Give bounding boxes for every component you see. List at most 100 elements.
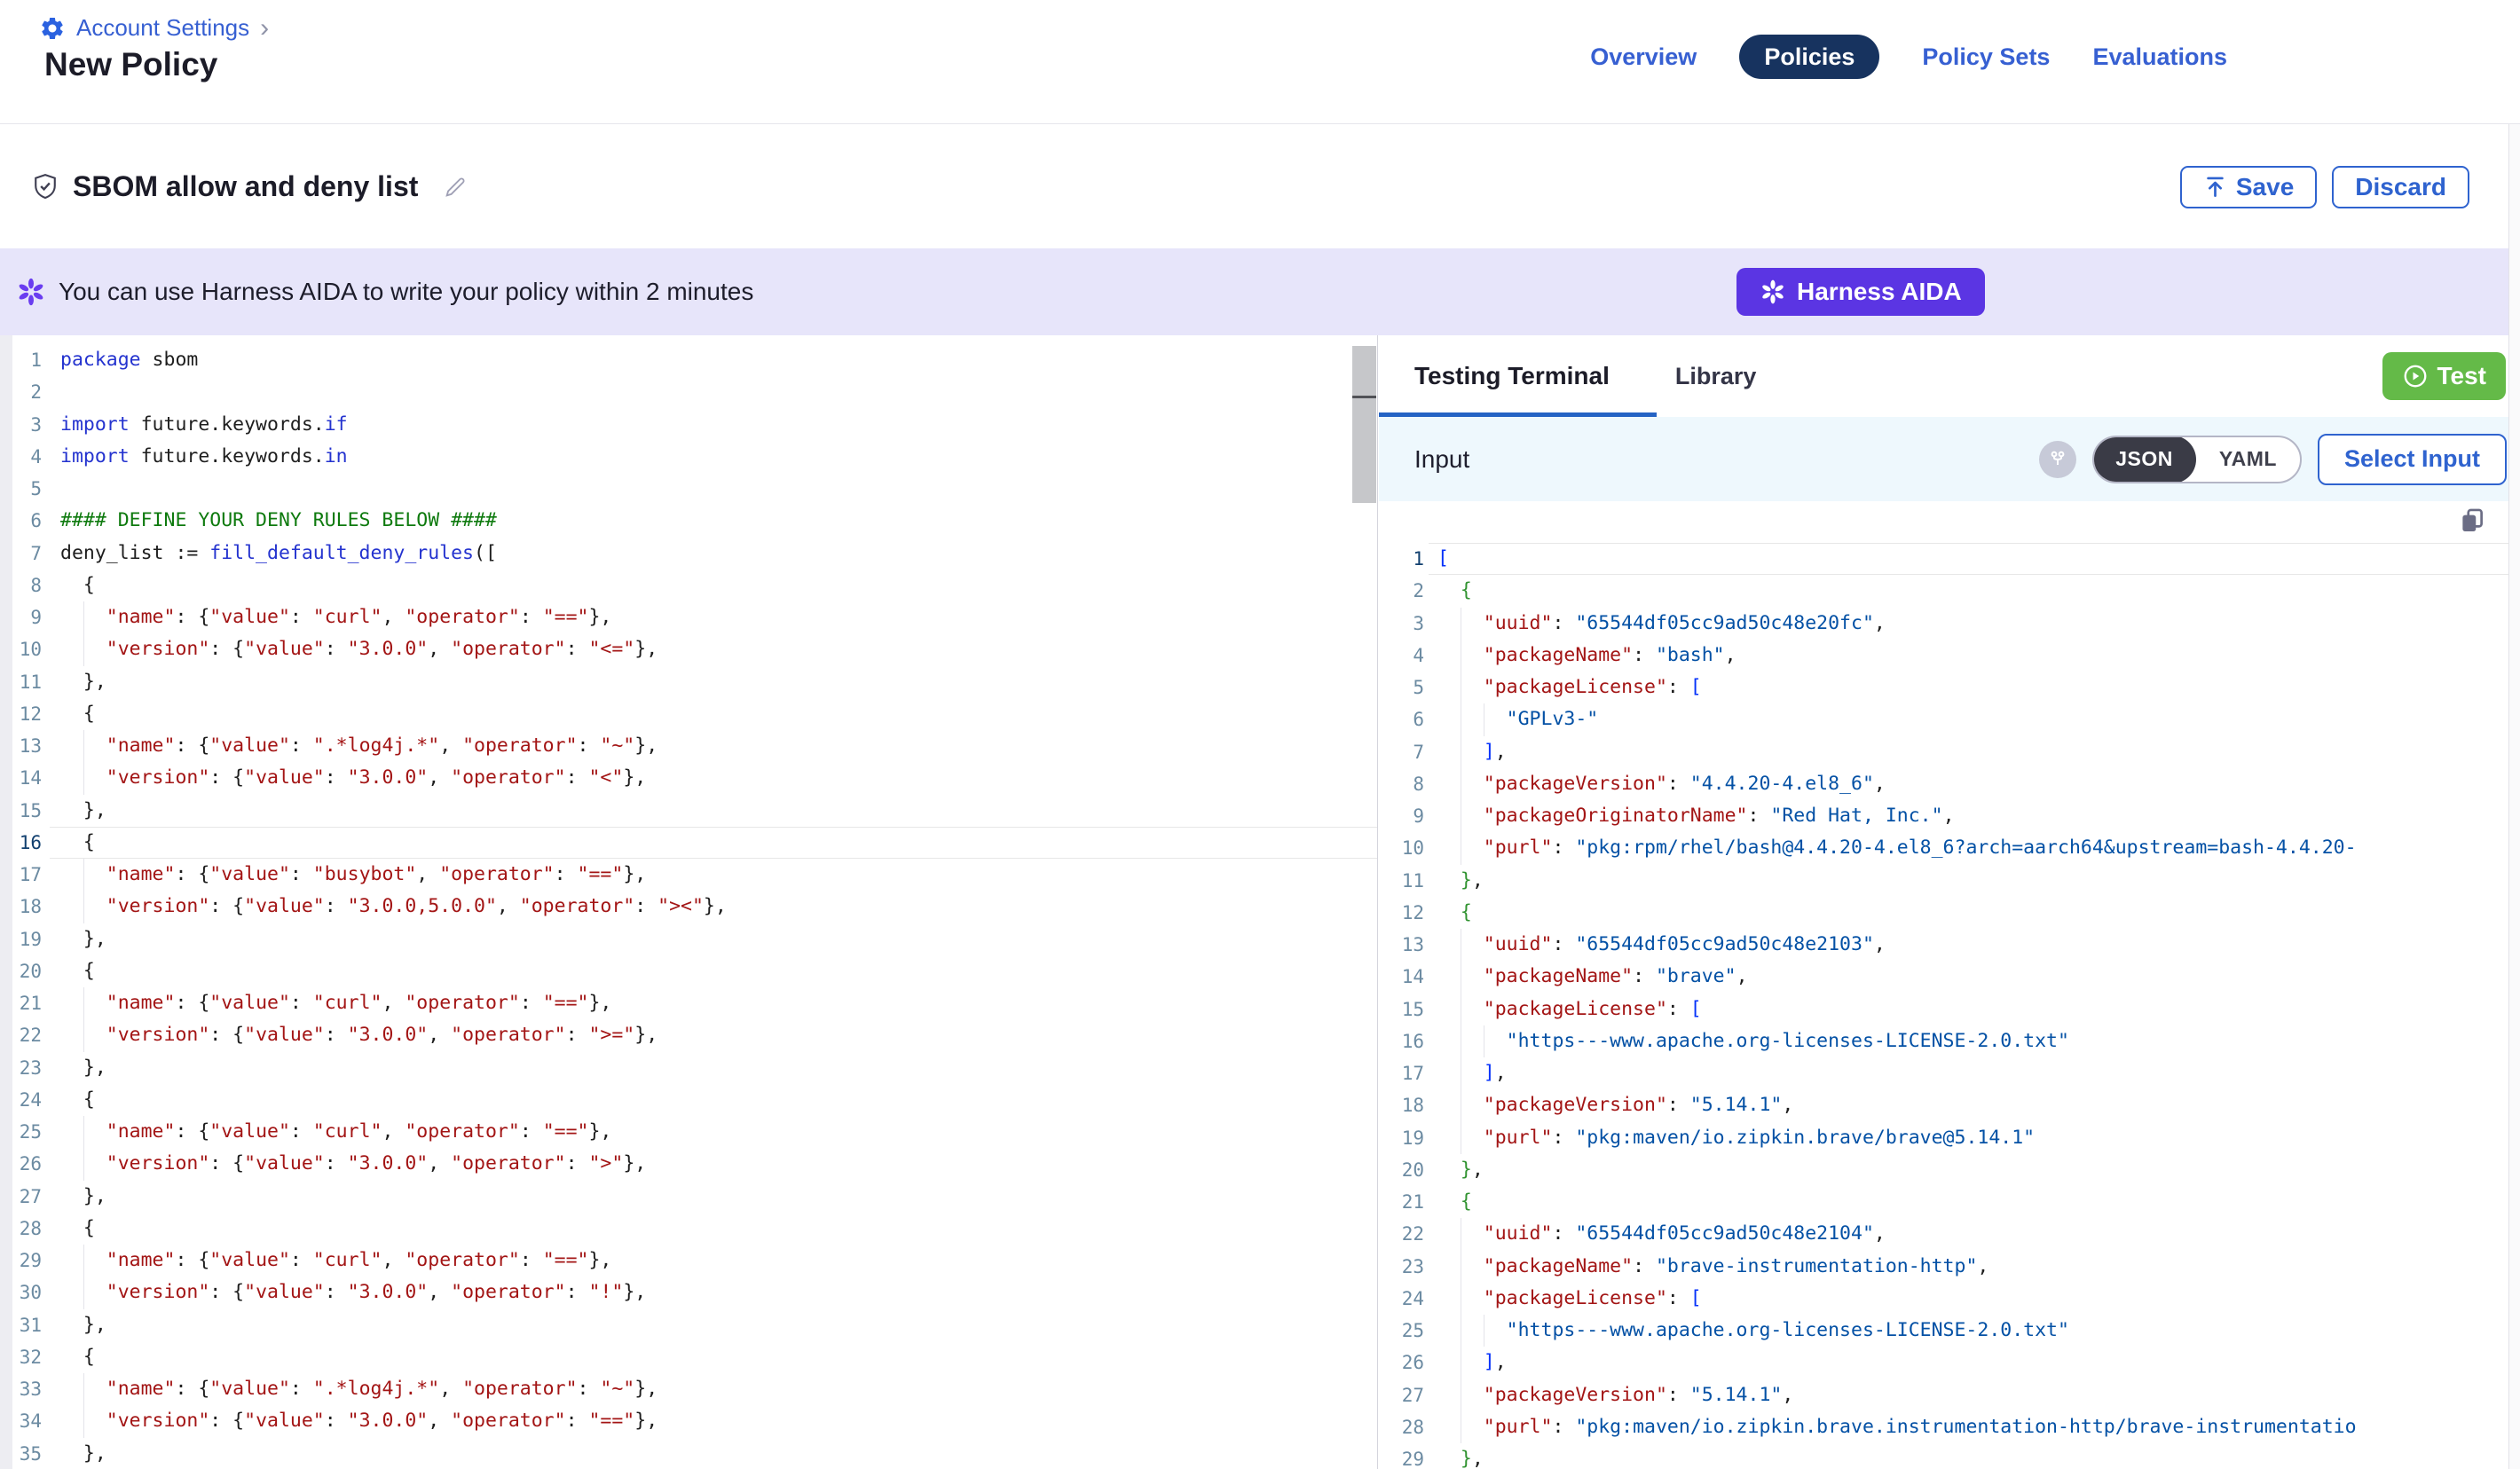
- code-line: 27 },: [0, 1181, 1377, 1213]
- code-line: 25 "name": {"value": "curl", "operator":…: [0, 1116, 1377, 1148]
- code-line: 31 },: [0, 1309, 1377, 1341]
- code-line: 8 "packageVersion": "4.4.20-4.el8_6",: [1379, 768, 2508, 800]
- line-number: 25: [0, 1116, 42, 1148]
- page-scrollbar[interactable]: [2508, 124, 2520, 1469]
- line-number: 5: [1379, 672, 1424, 703]
- code-line: 6 "GPLv3-": [1379, 703, 2508, 735]
- line-number: 3: [1379, 608, 1424, 640]
- code-line: 29 },: [1379, 1443, 2508, 1469]
- line-number: 9: [1379, 800, 1424, 832]
- line-number: 21: [0, 987, 42, 1019]
- tab-overview[interactable]: Overview: [1590, 43, 1697, 71]
- line-number: 25: [1379, 1315, 1424, 1347]
- edit-pencil-icon[interactable]: [443, 175, 468, 200]
- tab-policy-sets[interactable]: Policy Sets: [1922, 43, 2050, 71]
- line-number: 26: [0, 1148, 42, 1180]
- line-number: 27: [1379, 1379, 1424, 1411]
- code-line: 34 "version": {"value": "3.0.0", "operat…: [0, 1405, 1377, 1437]
- code-line: 2 {: [1379, 575, 2508, 607]
- line-number: 17: [1379, 1057, 1424, 1089]
- select-input-button[interactable]: Select Input: [2318, 434, 2507, 485]
- line-number: 15: [1379, 994, 1424, 1025]
- line-number: 23: [0, 1052, 42, 1084]
- code-line: 13 "uuid": "65544df05cc9ad50c48e2103",: [1379, 929, 2508, 961]
- line-number: 16: [1379, 1025, 1424, 1057]
- code-line: 12 {: [0, 698, 1377, 730]
- code-line: 21 "name": {"value": "curl", "operator":…: [0, 987, 1377, 1019]
- breadcrumb-account-settings[interactable]: Account Settings: [76, 14, 249, 42]
- branch-icon[interactable]: [2039, 441, 2076, 478]
- tab-testing-terminal[interactable]: Testing Terminal: [1414, 362, 1610, 390]
- discard-button[interactable]: Discard: [2332, 166, 2469, 208]
- code-line: 19 },: [0, 923, 1377, 955]
- line-number: 17: [0, 859, 42, 891]
- save-button[interactable]: Save: [2180, 166, 2317, 208]
- code-line: 29 "name": {"value": "curl", "operator":…: [0, 1245, 1377, 1277]
- tab-policies[interactable]: Policies: [1739, 35, 1879, 79]
- line-number: 6: [0, 505, 42, 537]
- save-label: Save: [2236, 173, 2294, 201]
- aida-flower-icon: [1760, 279, 1786, 305]
- line-number: 22: [1379, 1218, 1424, 1250]
- code-line: 15 "packageLicense": [: [1379, 994, 2508, 1025]
- code-line: 5: [0, 473, 1377, 505]
- line-number: 13: [0, 730, 42, 762]
- line-number: 16: [0, 827, 42, 859]
- shield-check-icon: [30, 172, 60, 202]
- code-line: 27 "packageVersion": "5.14.1",: [1379, 1379, 2508, 1411]
- play-circle-icon: [2402, 363, 2429, 389]
- line-number: 14: [0, 762, 42, 794]
- line-number: 28: [0, 1213, 42, 1245]
- line-number: 32: [0, 1341, 42, 1373]
- line-number: 26: [1379, 1347, 1424, 1379]
- format-toggle[interactable]: JSON YAML: [2092, 436, 2302, 483]
- aida-banner-text: You can use Harness AIDA to write your p…: [59, 278, 753, 306]
- line-number: 19: [1379, 1122, 1424, 1154]
- code-line: 21 {: [1379, 1186, 2508, 1218]
- code-line: 9 "name": {"value": "curl", "operator": …: [0, 601, 1377, 633]
- line-number: 12: [1379, 897, 1424, 929]
- terminal-tabs: Testing Terminal Library Test: [1379, 335, 2520, 417]
- code-line: 33 "name": {"value": ".*log4j.*", "opera…: [0, 1373, 1377, 1405]
- line-number: 11: [1379, 865, 1424, 897]
- tab-evaluations[interactable]: Evaluations: [2092, 43, 2227, 71]
- format-yaml-option[interactable]: YAML: [2196, 447, 2300, 471]
- code-line: 5 "packageLicense": [: [1379, 672, 2508, 703]
- line-number: 8: [1379, 768, 1424, 800]
- tab-library[interactable]: Library: [1675, 363, 1757, 390]
- policy-code-editor[interactable]: 1package sbom23import future.keywords.if…: [0, 335, 1378, 1469]
- line-number: 27: [0, 1181, 42, 1213]
- line-number: 15: [0, 795, 42, 827]
- editor-scrollbar[interactable]: [1352, 346, 1376, 503]
- line-number: 8: [0, 570, 42, 601]
- line-number: 10: [1379, 832, 1424, 864]
- code-line: 8 {: [0, 570, 1377, 601]
- code-line: 28 {: [0, 1213, 1377, 1245]
- code-line: 32 {: [0, 1341, 1377, 1373]
- code-line: 3 "uuid": "65544df05cc9ad50c48e20fc",: [1379, 608, 2508, 640]
- header-tabs: Overview Policies Policy Sets Evaluation…: [1590, 34, 2227, 80]
- code-line: 15 },: [0, 795, 1377, 827]
- code-line: 26 ],: [1379, 1347, 2508, 1379]
- discard-label: Discard: [2355, 173, 2446, 201]
- line-number: 7: [1379, 736, 1424, 768]
- code-line: 22 "version": {"value": "3.0.0", "operat…: [0, 1019, 1377, 1051]
- test-label: Test: [2437, 362, 2487, 390]
- line-number: 13: [1379, 929, 1424, 961]
- line-number: 35: [0, 1438, 42, 1469]
- input-json-editor[interactable]: 1[2 {3 "uuid": "65544df05cc9ad50c48e20fc…: [1379, 501, 2508, 1469]
- line-number: 7: [0, 538, 42, 570]
- breadcrumb-separator: ›: [260, 17, 269, 40]
- code-line: 25 "https---www.apache.org-licenses-LICE…: [1379, 1315, 2508, 1347]
- format-json-option[interactable]: JSON: [2092, 436, 2196, 483]
- code-line: 23 },: [0, 1052, 1377, 1084]
- code-line: 17 "name": {"value": "busybot", "operato…: [0, 859, 1377, 891]
- line-number: 3: [0, 409, 42, 441]
- line-number: 14: [1379, 961, 1424, 993]
- test-button[interactable]: Test: [2382, 352, 2507, 400]
- harness-aida-button[interactable]: Harness AIDA: [1736, 268, 1985, 316]
- code-line: 1[: [1379, 543, 2508, 575]
- gear-icon: [39, 15, 66, 42]
- code-line: 24 "packageLicense": [: [1379, 1283, 2508, 1315]
- code-line: 24 {: [0, 1084, 1377, 1116]
